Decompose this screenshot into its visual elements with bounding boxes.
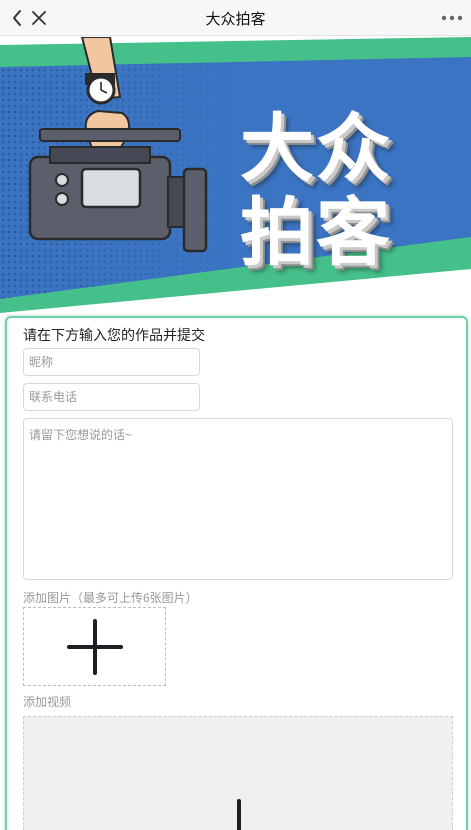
submission-form: 请在下方输入您的作品并提交 添加图片（最多可上传6张图片） 添加视频 xyxy=(5,316,468,830)
add-photo-label: 添加图片（最多可上传6张图片） xyxy=(23,591,198,605)
more-dots-icon[interactable] xyxy=(437,6,467,30)
nickname-input[interactable] xyxy=(23,348,200,376)
plus-icon xyxy=(67,619,123,675)
add-video-button[interactable] xyxy=(23,716,453,830)
banner-image: 大众 拍客 xyxy=(0,37,471,313)
plus-icon xyxy=(237,799,241,830)
phone-input[interactable] xyxy=(23,383,200,411)
banner-title-line-2: 拍客 xyxy=(240,190,392,276)
message-textarea[interactable] xyxy=(23,418,453,580)
banner-title: 大众 拍客 xyxy=(240,107,430,275)
form-heading: 请在下方输入您的作品并提交 xyxy=(23,327,205,343)
add-video-label: 添加视频 xyxy=(23,695,72,709)
top-navbar: 大众拍客 xyxy=(0,0,471,36)
add-photo-button[interactable] xyxy=(23,607,166,686)
page-title: 大众拍客 xyxy=(205,11,266,28)
banner-title-line-1: 大众 xyxy=(240,106,392,192)
